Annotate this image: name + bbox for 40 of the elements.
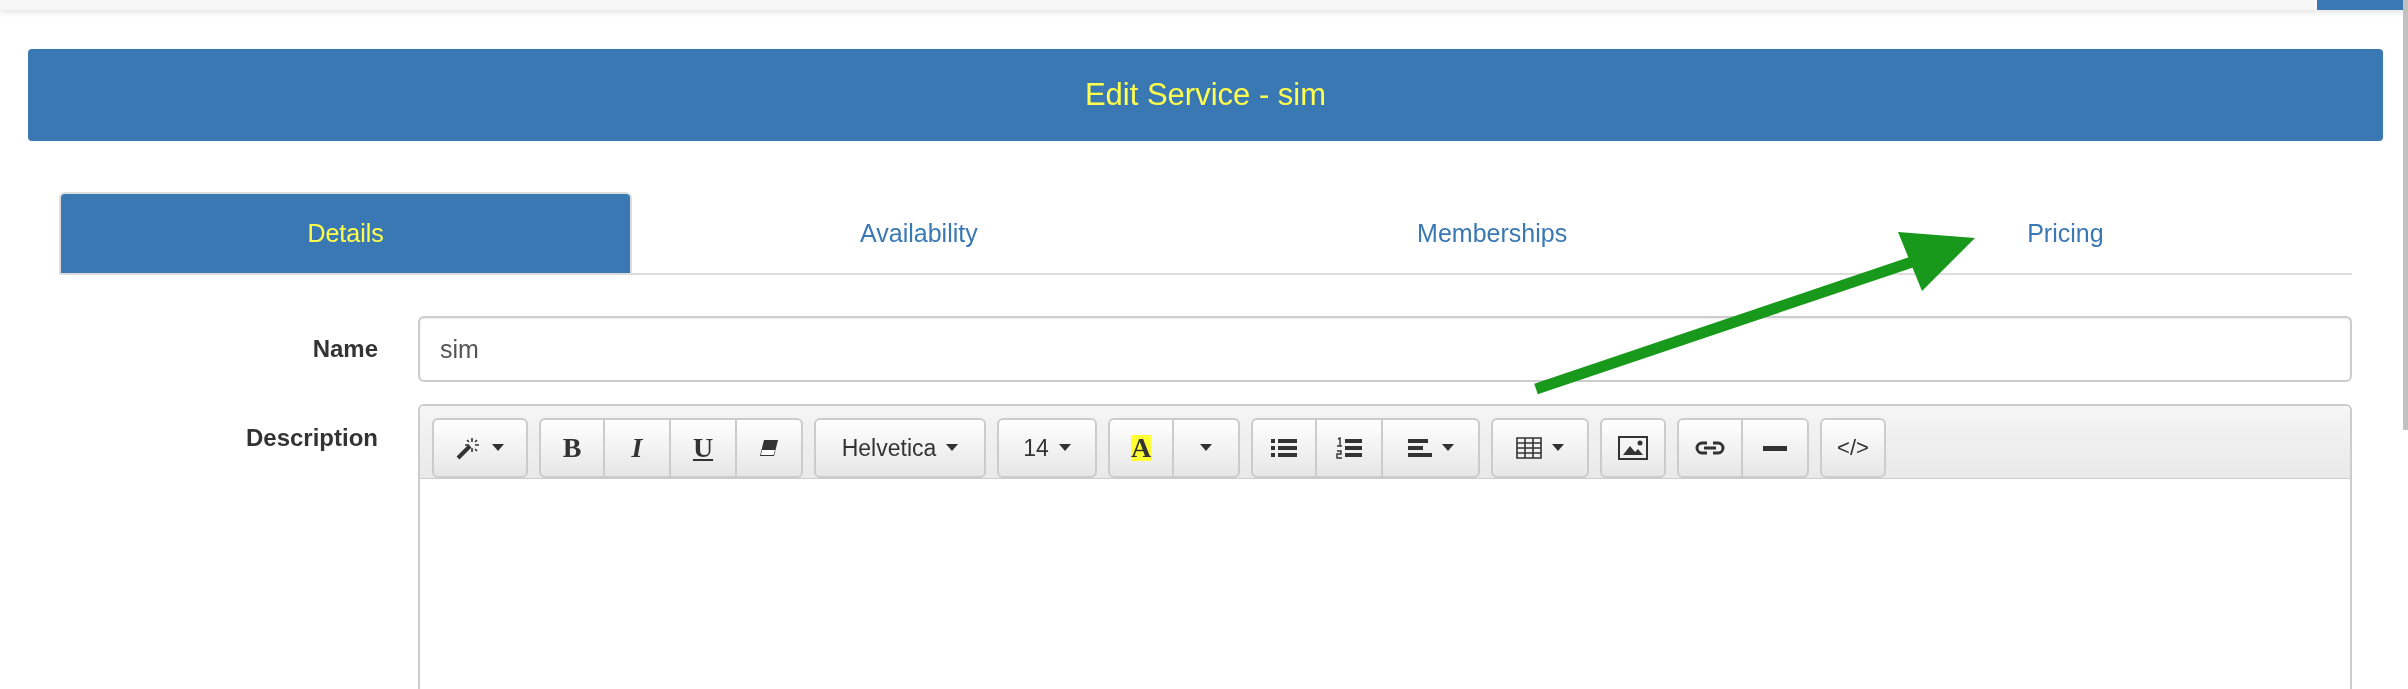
color-menu-button[interactable]: [1174, 418, 1240, 478]
magic-wand-icon: [456, 436, 482, 460]
description-label: Description: [245, 424, 378, 452]
caret-icon: [1200, 444, 1212, 452]
table-icon: [1516, 437, 1542, 459]
page-title: Edit Service - sim: [1084, 77, 1327, 113]
eraser-icon: [759, 439, 779, 457]
caret-icon: [1441, 444, 1454, 452]
align-button[interactable]: [1383, 418, 1480, 478]
table-button[interactable]: [1491, 418, 1589, 478]
font-button[interactable]: Helvetica: [814, 418, 986, 478]
bullet-list-icon: [1271, 438, 1297, 458]
name-label: Name: [312, 335, 378, 363]
caret-icon: [492, 444, 504, 452]
numbered-list-icon: [1336, 437, 1362, 459]
scrollbar[interactable]: [2403, 0, 2408, 430]
eraser-button[interactable]: [737, 418, 803, 478]
bullets-button[interactable]: [1251, 418, 1317, 478]
tab[interactable]: Availability: [632, 192, 1206, 273]
size-button[interactable]: 14: [997, 418, 1097, 478]
tab[interactable]: Pricing: [1778, 192, 2352, 273]
caret-icon: [1058, 444, 1071, 452]
bold-button[interactable]: B: [539, 418, 605, 478]
link-icon: [1695, 440, 1725, 456]
align-left-icon: [1407, 438, 1432, 458]
style-button[interactable]: [432, 418, 528, 478]
code-button[interactable]: </>: [1820, 418, 1886, 478]
picture-icon: [1618, 436, 1648, 460]
link-button[interactable]: [1677, 418, 1743, 478]
italic-button[interactable]: I: [605, 418, 671, 478]
caret-icon: [1552, 444, 1564, 452]
tab[interactable]: Details: [59, 192, 633, 273]
underline-button[interactable]: U: [671, 418, 737, 478]
caret-icon: [946, 444, 959, 452]
tab[interactable]: Memberships: [1205, 192, 1779, 273]
rule-button[interactable]: [1743, 418, 1809, 478]
name-input[interactable]: sim: [418, 316, 2352, 382]
numbers-button[interactable]: [1317, 418, 1383, 478]
color-button[interactable]: A: [1108, 418, 1174, 478]
picture-button[interactable]: [1600, 418, 1666, 478]
